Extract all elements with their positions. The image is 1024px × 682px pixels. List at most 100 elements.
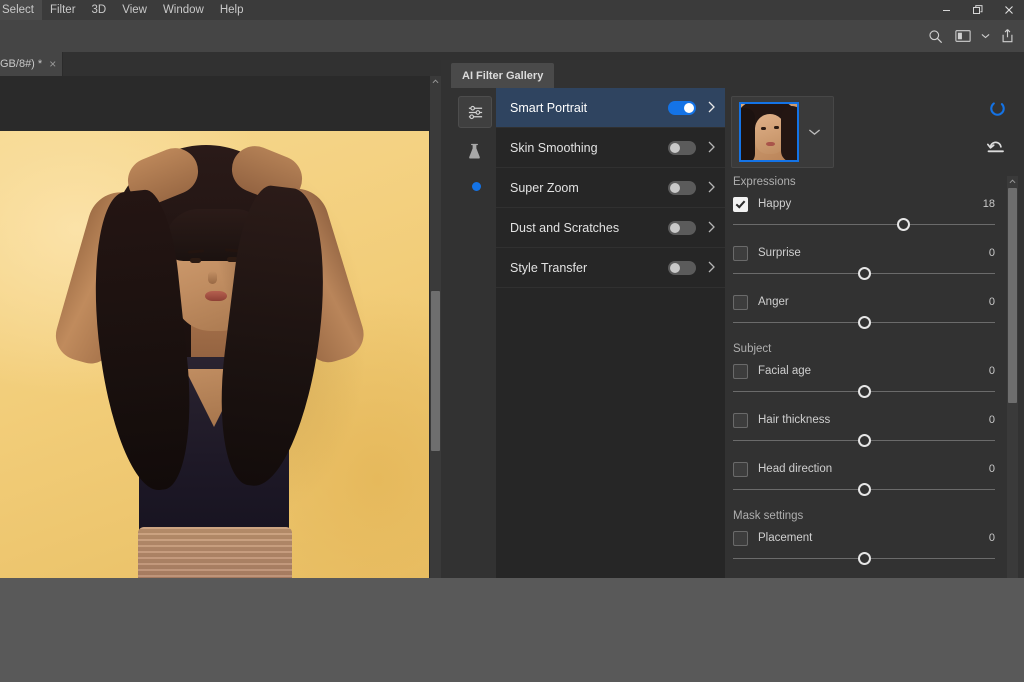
menu-item-view[interactable]: View — [114, 0, 155, 20]
filter-toggle[interactable] — [668, 100, 696, 115]
slider-handle[interactable] — [857, 552, 871, 565]
filter-label: Smart Portrait — [510, 100, 588, 115]
workspace-button[interactable] — [950, 23, 976, 49]
control-value: 0 — [988, 532, 995, 544]
control-header: Happy 18 — [725, 194, 1007, 214]
chevron-right-icon[interactable] — [708, 141, 715, 155]
menu-item-3d[interactable]: 3D — [84, 0, 115, 20]
slider-handle[interactable] — [857, 385, 871, 398]
filter-row-skin-smoothing[interactable]: Skin Smoothing — [496, 128, 725, 168]
canvas-empty-top — [0, 76, 441, 131]
ai-filter-gallery-panel: AI Filter Gallery Smart Portrait Skin Sm… — [441, 60, 1024, 578]
control-slider[interactable] — [733, 432, 995, 450]
slider-handle[interactable] — [857, 434, 871, 447]
control-label: Happy — [758, 198, 792, 210]
control-checkbox[interactable] — [733, 196, 748, 212]
filter-toggle[interactable] — [668, 180, 696, 195]
close-button[interactable] — [993, 0, 1024, 20]
filter-label: Dust and Scratches — [510, 220, 620, 235]
control-value: 0 — [988, 247, 995, 259]
sliders-icon-button[interactable] — [458, 96, 492, 128]
gallery-body: Smart Portrait Skin Smoothing Super Zoom Du… — [441, 88, 1024, 578]
control-label: Placement — [758, 532, 813, 544]
canvas-area[interactable] — [0, 76, 441, 578]
control-checkbox[interactable] — [733, 412, 748, 428]
reset-button[interactable] — [986, 138, 1008, 156]
options-bar-right — [922, 20, 1020, 52]
settings-scrollbar-thumb[interactable] — [1008, 188, 1017, 403]
restore-icon — [972, 5, 982, 14]
loading-spinner-icon — [989, 100, 1006, 117]
control-checkbox[interactable] — [733, 461, 748, 477]
status-dot-icon[interactable] — [471, 182, 481, 191]
control-header: Hair thickness 0 — [725, 410, 1007, 430]
slider-handle[interactable] — [857, 483, 871, 496]
control-checkbox[interactable] — [733, 363, 748, 379]
control-header: Head direction 0 — [725, 459, 1007, 479]
filter-row-style-transfer[interactable]: Style Transfer — [496, 248, 725, 288]
control-slider[interactable] — [733, 550, 995, 568]
workspace-chevron-button[interactable] — [978, 23, 992, 49]
menu-item-filter[interactable]: Filter — [42, 0, 84, 20]
canvas-scrollbar[interactable] — [430, 76, 441, 578]
slider-handle[interactable] — [857, 316, 871, 329]
control-anger: Anger 0 — [725, 292, 1007, 332]
control-checkbox[interactable] — [733, 294, 748, 310]
photoshop-window: Select Filter 3D View Window Help GB/8#)… — [0, 0, 1024, 578]
filter-toggle[interactable] — [668, 260, 696, 275]
menu-items: Select Filter 3D View Window Help — [0, 0, 252, 20]
menu-item-select[interactable]: Select — [0, 0, 42, 20]
minimize-button[interactable] — [931, 0, 962, 20]
options-bar: » — [0, 20, 1024, 70]
control-checkbox[interactable] — [733, 245, 748, 261]
share-button[interactable] — [994, 23, 1020, 49]
document-tab-close-icon[interactable]: × — [49, 58, 56, 70]
menu-item-window[interactable]: Window — [155, 0, 212, 20]
control-happy: Happy 18 — [725, 194, 1007, 234]
control-slider[interactable] — [733, 265, 995, 283]
chevron-up-icon — [432, 79, 439, 84]
document-tab[interactable]: GB/8#) * × — [0, 52, 64, 76]
filter-row-super-zoom[interactable]: Super Zoom — [496, 168, 725, 208]
filter-row-smart-portrait[interactable]: Smart Portrait — [496, 88, 725, 128]
control-placement: Placement 0 — [725, 528, 1007, 568]
toggle-knob — [670, 142, 680, 153]
control-slider[interactable] — [733, 481, 995, 499]
menu-item-help[interactable]: Help — [212, 0, 252, 20]
control-header: Surprise 0 — [725, 243, 1007, 263]
settings-scroll-up-button[interactable] — [1007, 176, 1018, 187]
restore-button[interactable] — [962, 0, 993, 20]
control-surprise: Surprise 0 — [725, 243, 1007, 283]
search-button[interactable] — [922, 23, 948, 49]
control-label: Head direction — [758, 463, 833, 475]
control-label: Anger — [758, 296, 789, 308]
control-slider[interactable] — [733, 216, 995, 234]
chevron-right-icon[interactable] — [708, 101, 715, 115]
slider-handle[interactable] — [896, 218, 910, 231]
control-slider[interactable] — [733, 383, 995, 401]
control-checkbox[interactable] — [733, 530, 748, 546]
control-value: 0 — [988, 365, 995, 377]
settings-scrollbar[interactable] — [1007, 176, 1018, 578]
filter-row-dust-and-scratches[interactable]: Dust and Scratches — [496, 208, 725, 248]
chevron-right-icon[interactable] — [708, 221, 715, 235]
control-slider[interactable] — [733, 314, 995, 332]
slider-handle[interactable] — [857, 267, 871, 280]
face-selector-chevron-icon[interactable] — [808, 126, 821, 138]
control-header: Facial age 0 — [725, 361, 1007, 381]
face-thumbnail[interactable] — [739, 102, 799, 162]
section-title-subject: Subject — [733, 343, 772, 355]
beaker-icon-button[interactable] — [458, 136, 490, 166]
chevron-right-icon[interactable] — [708, 261, 715, 275]
filter-label: Super Zoom — [510, 180, 579, 195]
face-selector[interactable] — [731, 96, 834, 168]
canvas-scroll-up-button[interactable] — [430, 76, 441, 87]
filter-settings-pane: Expressions Happy 18 Surprise 0 Anger 0 Subject… — [725, 88, 1024, 578]
tab-ai-filter-gallery[interactable]: AI Filter Gallery — [451, 63, 555, 88]
toggle-knob — [670, 182, 680, 193]
filter-toggle[interactable] — [668, 140, 696, 155]
control-value: 18 — [982, 198, 995, 210]
canvas-scrollbar-thumb[interactable] — [431, 291, 440, 451]
filter-toggle[interactable] — [668, 220, 696, 235]
chevron-right-icon[interactable] — [708, 181, 715, 195]
